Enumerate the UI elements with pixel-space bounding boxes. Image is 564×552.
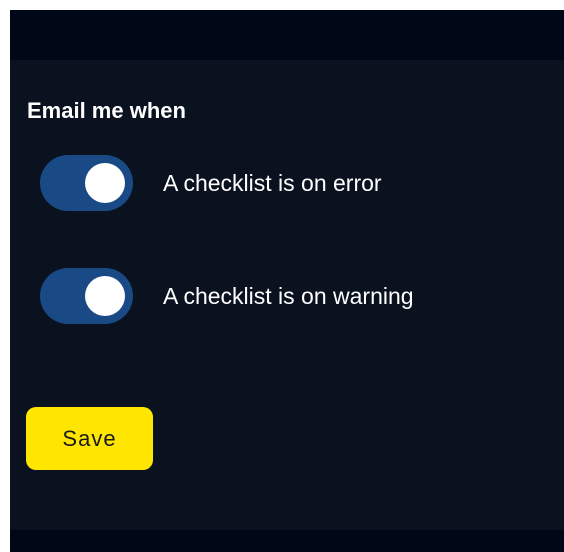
warning-toggle-label: A checklist is on warning (163, 282, 414, 309)
error-toggle-switch[interactable] (40, 155, 133, 211)
error-toggle-label: A checklist is on error (163, 169, 382, 196)
toggle-row-warning[interactable]: A checklist is on warning (40, 268, 414, 324)
window-frame: Email me when A checklist is on error A … (10, 10, 564, 552)
warning-toggle-switch[interactable] (40, 268, 133, 324)
toggle-knob (85, 276, 125, 316)
section-heading: Email me when (27, 98, 186, 123)
toggle-knob (85, 163, 125, 203)
email-settings-panel: Email me when A checklist is on error A … (10, 60, 564, 530)
bottom-bar (10, 530, 564, 552)
save-button[interactable]: Save (26, 407, 153, 470)
toggle-row-error[interactable]: A checklist is on error (40, 155, 382, 211)
